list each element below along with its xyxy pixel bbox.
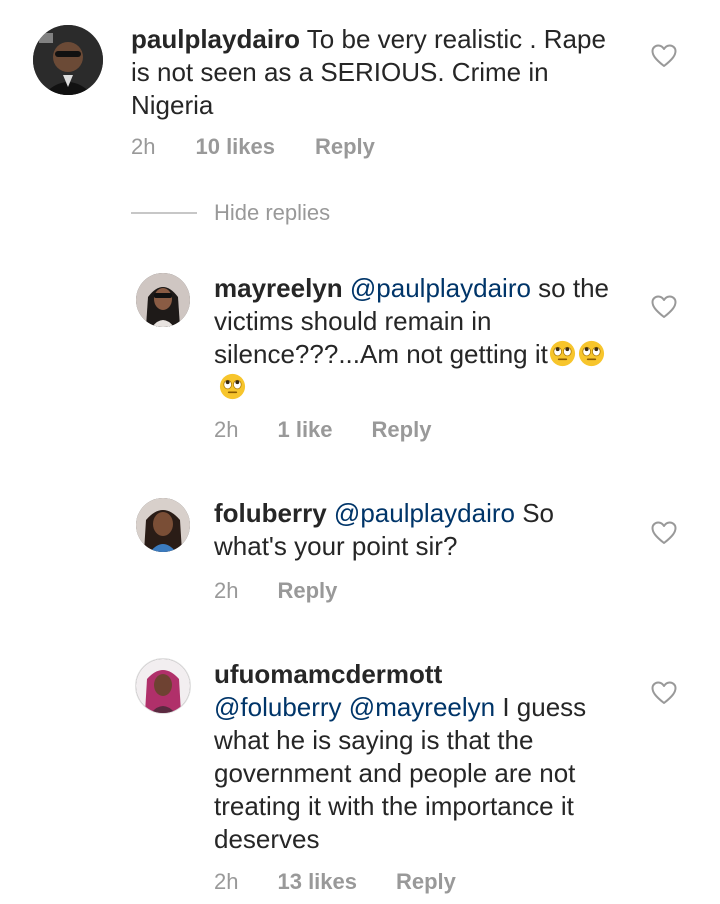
comment-text: paulplaydairo To be very realistic . Rap… xyxy=(131,23,631,122)
comment-text: foluberry @paulplaydairo So what's your … xyxy=(214,497,614,563)
reply-button[interactable]: Reply xyxy=(277,578,337,604)
reply-button[interactable]: Reply xyxy=(372,417,432,443)
comment-meta: 2h 1 like Reply xyxy=(214,417,431,443)
likes-count[interactable]: 10 likes xyxy=(195,134,275,160)
reply-button[interactable]: Reply xyxy=(315,134,375,160)
comment-meta: 2h 13 likes Reply xyxy=(214,869,456,895)
timestamp: 2h xyxy=(214,417,239,442)
mention-link[interactable]: @mayreelyn xyxy=(349,692,495,722)
comment-meta: 2h Reply xyxy=(214,578,337,604)
comment-meta: 2h 10 likes Reply xyxy=(131,134,375,160)
divider-line xyxy=(131,212,197,214)
comment-text: mayreelyn @paulplaydairo so the victims … xyxy=(214,272,614,404)
heart-outline-icon[interactable] xyxy=(651,521,677,545)
timestamp: 2h xyxy=(214,578,239,603)
mention-link[interactable]: @paulplaydairo xyxy=(350,273,531,303)
mention-link[interactable]: @paulplaydairo xyxy=(334,498,515,528)
rolling-eyes-emoji-icon xyxy=(218,372,247,401)
avatar[interactable] xyxy=(136,498,190,552)
heart-outline-icon[interactable] xyxy=(651,681,677,705)
mention-link[interactable]: @foluberry xyxy=(214,692,342,722)
avatar[interactable] xyxy=(136,273,190,327)
reply-button[interactable]: Reply xyxy=(396,869,456,895)
rolling-eyes-emoji-icon xyxy=(577,339,606,368)
username[interactable]: foluberry xyxy=(214,498,327,528)
avatar[interactable] xyxy=(33,25,103,95)
heart-outline-icon[interactable] xyxy=(651,295,677,319)
rolling-eyes-emoji-icon xyxy=(548,339,577,368)
username[interactable]: mayreelyn xyxy=(214,273,343,303)
heart-outline-icon[interactable] xyxy=(651,44,677,68)
likes-count[interactable]: 13 likes xyxy=(277,869,357,895)
hide-replies-toggle[interactable]: Hide replies xyxy=(131,200,330,226)
username[interactable]: ufuomamcdermott xyxy=(214,658,624,691)
hide-replies-label[interactable]: Hide replies xyxy=(214,200,330,226)
timestamp: 2h xyxy=(214,869,239,894)
avatar[interactable] xyxy=(136,659,190,713)
timestamp: 2h xyxy=(131,134,156,159)
username[interactable]: paulplaydairo xyxy=(131,24,300,54)
likes-count[interactable]: 1 like xyxy=(277,417,332,443)
comment-text: ufuomamcdermott @foluberry @mayreelyn I g… xyxy=(214,658,624,856)
